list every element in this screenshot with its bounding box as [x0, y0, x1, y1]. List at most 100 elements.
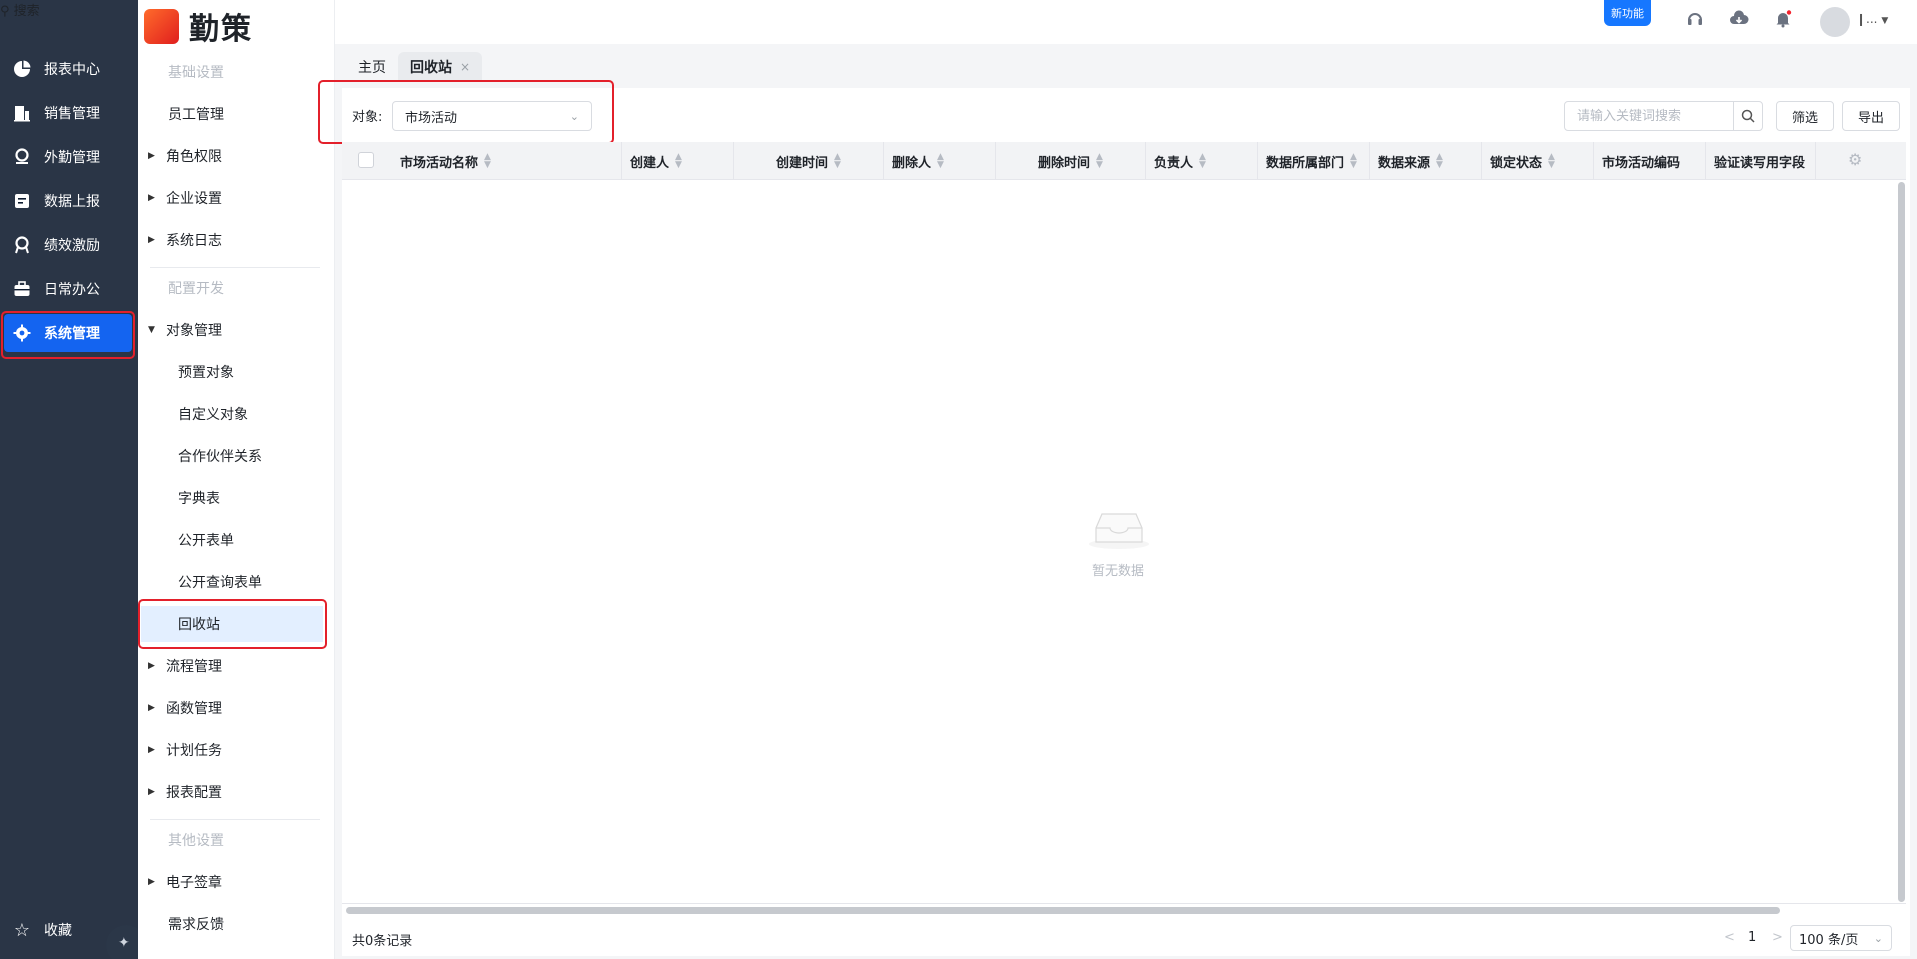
nav-item-data-report[interactable]: 数据上报: [0, 182, 138, 220]
column-header[interactable]: 数据所属部门 ▲ ▼: [1258, 142, 1370, 180]
divider: [150, 819, 320, 820]
column-header[interactable]: 删除时间 ▲ ▼: [996, 142, 1146, 180]
subnav-function[interactable]: ▶ 函数管理: [138, 690, 335, 726]
subnav-report-config[interactable]: ▶ 报表配置: [138, 774, 335, 810]
filter-button[interactable]: 筛选: [1776, 101, 1834, 131]
page-size-select[interactable]: 100 条/页 ⌄: [1790, 925, 1892, 951]
column-label: 锁定状态: [1490, 155, 1543, 171]
caret-right-icon: ▶: [148, 703, 155, 713]
username-text: ❙...: [1856, 12, 1878, 26]
form-icon: [12, 191, 32, 211]
subnav-label: 字典表: [178, 491, 220, 507]
subnav-label: 公开表单: [178, 533, 234, 549]
sort-icon: ▲ ▼: [1548, 152, 1555, 170]
username[interactable]: ❙... ▼: [1856, 12, 1888, 26]
app-logo[interactable]: 勤策: [144, 4, 253, 48]
object-select[interactable]: 市场活动 ⌄: [392, 101, 592, 131]
subnav-preset-object[interactable]: 预置对象: [138, 354, 335, 390]
export-button[interactable]: 导出: [1842, 101, 1900, 131]
subnav-label: 报表配置: [166, 785, 222, 801]
caret-right-icon: ▶: [148, 193, 155, 203]
sort-icon: ▲ ▼: [1350, 152, 1357, 170]
column-label: 数据来源: [1378, 155, 1431, 171]
column-header[interactable]: 数据来源 ▲ ▼: [1370, 142, 1482, 180]
star-icon: ☆: [13, 919, 31, 941]
column-header[interactable]: 删除人 ▲ ▼: [884, 142, 996, 180]
sort-icon: ▲ ▼: [937, 152, 944, 170]
headset-icon[interactable]: [1684, 10, 1706, 32]
subnav-label: 对象管理: [166, 323, 222, 339]
close-icon[interactable]: ×: [460, 60, 470, 74]
column-header[interactable]: 锁定状态 ▲ ▼: [1482, 142, 1594, 180]
nav-item-field[interactable]: 外勤管理: [0, 138, 138, 176]
prev-page-button[interactable]: <: [1724, 930, 1735, 945]
subnav-label: 系统日志: [166, 233, 222, 249]
subnav-label: 回收站: [178, 617, 220, 633]
tab-label: 回收站: [410, 60, 452, 76]
horizontal-scrollbar[interactable]: [346, 907, 1780, 914]
new-feature-badge[interactable]: 新功能: [1604, 0, 1651, 26]
search-icon: ⚲: [0, 4, 10, 19]
app-name: 勤策: [189, 12, 253, 47]
subnav-roles[interactable]: ▶ 角色权限: [138, 138, 335, 174]
sort-icon: ▲ ▼: [1436, 152, 1443, 170]
nav-item-system[interactable]: 系统管理: [4, 314, 132, 352]
vertical-scrollbar[interactable]: [1898, 182, 1905, 902]
subnav-recycle-bin[interactable]: 回收站: [141, 606, 323, 642]
column-header[interactable]: 市场活动编码: [1594, 142, 1706, 180]
subnav-feedback[interactable]: 需求反馈: [138, 906, 335, 942]
subnav-partner[interactable]: 合作伙伴关系: [138, 438, 335, 474]
subnav-public-form[interactable]: 公开表单: [138, 522, 335, 558]
nav-label: 收藏: [44, 923, 72, 939]
nav-item-report-center[interactable]: 报表中心: [0, 50, 138, 88]
subnav-logs[interactable]: ▶ 系统日志: [138, 222, 335, 258]
subnav-object-mgmt[interactable]: ▼ 对象管理: [138, 312, 335, 348]
column-label: 删除时间: [1038, 155, 1091, 171]
search-button[interactable]: [1733, 101, 1763, 131]
subnav-process[interactable]: ▶ 流程管理: [138, 648, 335, 684]
subnav-plan-task[interactable]: ▶ 计划任务: [138, 732, 335, 768]
tab-home[interactable]: 主页: [346, 52, 398, 82]
column-header[interactable]: 验证读写用字段: [1706, 142, 1816, 180]
caret-right-icon: ▶: [148, 787, 155, 797]
nav-item-sales[interactable]: 销售管理: [0, 94, 138, 132]
column-header[interactable]: 创建时间 ▲ ▼: [734, 142, 884, 180]
subnav-label: 计划任务: [166, 743, 222, 759]
current-page[interactable]: 1: [1748, 930, 1756, 945]
subnav-employee[interactable]: 员工管理: [138, 96, 335, 132]
column-header[interactable]: 创建人 ▲ ▼: [622, 142, 734, 180]
subnav-label: 流程管理: [166, 659, 222, 675]
nav-item-performance[interactable]: 绩效激励: [0, 226, 138, 264]
gear-icon[interactable]: ⚙: [1848, 150, 1862, 169]
nav-item-office[interactable]: 日常办公: [0, 270, 138, 308]
cloud-download-icon[interactable]: [1728, 10, 1750, 32]
column-label: 验证读写用字段: [1714, 155, 1806, 171]
subnav-label: 企业设置: [166, 191, 222, 207]
column-label: 市场活动编码: [1602, 155, 1681, 171]
group-basic-settings: 基础设置: [138, 54, 335, 90]
scroll-track: [342, 903, 1906, 904]
subnav-dict[interactable]: 字典表: [138, 480, 335, 516]
bell-icon[interactable]: [1772, 10, 1794, 32]
pie-chart-icon: [12, 59, 32, 79]
subnav-label: 预置对象: [178, 365, 234, 381]
column-label: 创建人: [630, 155, 670, 171]
column-label: 市场活动名称: [400, 155, 479, 171]
tab-recycle-bin[interactable]: 回收站 ×: [398, 52, 483, 82]
avatar[interactable]: [1820, 7, 1850, 37]
object-label: 对象:: [352, 110, 383, 125]
sort-icon: ▲ ▼: [1096, 152, 1103, 170]
subnav-esign[interactable]: ▶ 电子签章: [138, 864, 335, 900]
keyword-search-input[interactable]: [1564, 101, 1734, 131]
column-header[interactable]: 负责人 ▲ ▼: [1146, 142, 1258, 180]
select-all-checkbox[interactable]: [358, 152, 374, 168]
subnav-custom-object[interactable]: 自定义对象: [138, 396, 335, 432]
sort-icon: ▲ ▼: [675, 152, 682, 170]
subnav-public-query[interactable]: 公开查询表单: [138, 564, 335, 600]
subnav-company[interactable]: ▶ 企业设置: [138, 180, 335, 216]
next-page-button[interactable]: >: [1772, 930, 1783, 945]
subnav-label: 自定义对象: [178, 407, 248, 423]
building-icon: [12, 103, 32, 123]
column-header[interactable]: 市场活动名称 ▲ ▼: [392, 142, 622, 180]
sort-icon: ▲ ▼: [834, 152, 841, 170]
